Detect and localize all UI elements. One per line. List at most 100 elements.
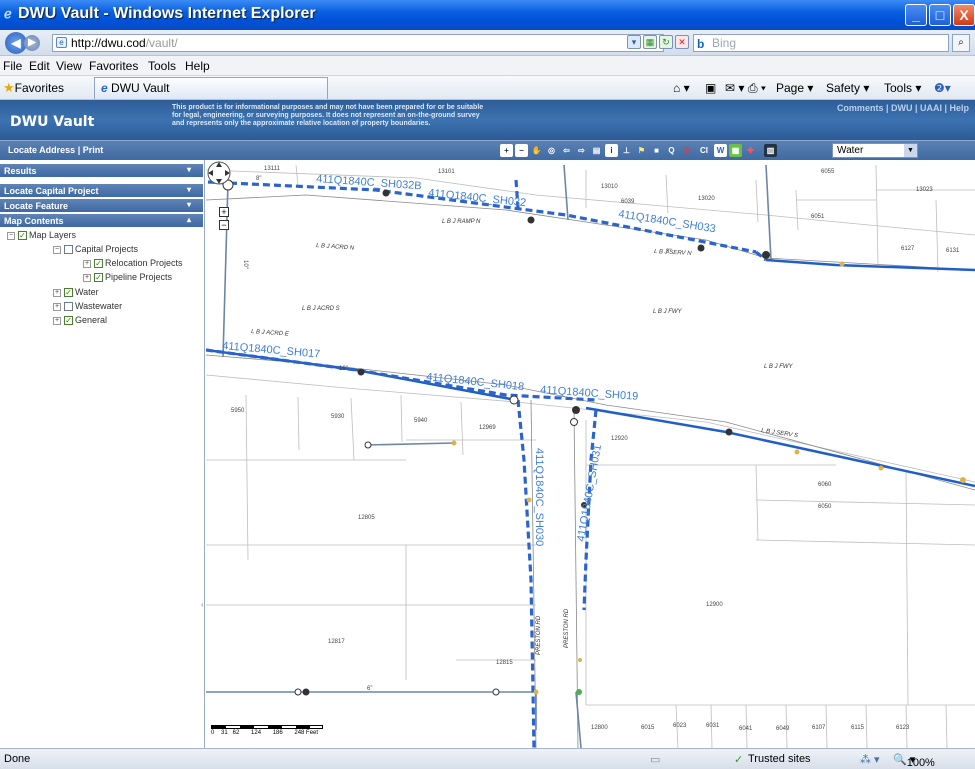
- tree-map-layers[interactable]: − ✓ Map Layers: [7, 230, 76, 241]
- map-zoom-in-button[interactable]: +: [219, 207, 229, 217]
- checkbox-checked[interactable]: ✓: [18, 231, 27, 241]
- refresh-icon[interactable]: ↻: [659, 35, 673, 49]
- title-bar: ℯ DWU Vault - Windows Internet Explorer …: [0, 0, 975, 30]
- favorites-button[interactable]: ★Favorites: [3, 80, 64, 96]
- safety-menu[interactable]: Safety ▾: [826, 81, 869, 95]
- map-zoom-out-button[interactable]: −: [219, 220, 229, 230]
- expand-icon[interactable]: +: [53, 288, 61, 297]
- forward-extent-icon[interactable]: ⇨: [575, 144, 588, 157]
- stop-icon[interactable]: ✕: [675, 35, 689, 49]
- zoom-in-icon[interactable]: +: [500, 144, 513, 157]
- dropdown-icon[interactable]: ▾: [627, 35, 641, 49]
- section-map-contents[interactable]: Map Contents ▴: [0, 214, 203, 228]
- tree-water[interactable]: + ✓ Water: [53, 287, 99, 298]
- map-canvas[interactable]: 411Q1840C_SH032B 411Q1840C_SH032 411Q184…: [206, 160, 975, 748]
- panel-splitter[interactable]: ‹: [201, 600, 204, 609]
- street-label: L B J ACRD S: [302, 306, 340, 312]
- wastewater-icon[interactable]: ▦: [729, 144, 742, 157]
- address-input[interactable]: e http://dwu.cod/vault/: [52, 34, 664, 52]
- mail-icon[interactable]: ✉ ▾: [725, 81, 744, 95]
- checkbox-checked[interactable]: ✓: [64, 288, 73, 298]
- menu-view[interactable]: View: [56, 59, 82, 73]
- help-icon[interactable]: ❷▾: [934, 81, 951, 95]
- section-results[interactable]: Results ▾: [0, 164, 203, 178]
- search-input[interactable]: b Bing: [693, 34, 949, 52]
- pipe-size-label: 6": [367, 686, 372, 692]
- url-host: http://dwu.cod: [71, 36, 146, 50]
- full-extent-icon[interactable]: ◎: [545, 144, 558, 157]
- tree-relocation-projects[interactable]: + ✓ Relocation Projects: [83, 258, 183, 269]
- section-feature-label: Locate Feature: [4, 201, 69, 211]
- section-locate-capital-project[interactable]: Locate Capital Project ▾: [0, 184, 203, 198]
- svg-text:6031: 6031: [706, 723, 720, 729]
- tools-menu[interactable]: Tools ▾: [884, 81, 921, 95]
- zone-text: Trusted sites: [748, 753, 811, 765]
- zoom-level[interactable]: 🔍 100% ▾: [893, 753, 935, 769]
- page-menu[interactable]: Page ▾: [776, 81, 813, 95]
- zoom-out-icon[interactable]: −: [515, 144, 528, 157]
- water-icon[interactable]: W: [714, 144, 727, 157]
- layer-select[interactable]: Water ▼: [832, 143, 918, 158]
- identify-icon[interactable]: i: [605, 144, 618, 157]
- header-links[interactable]: Comments | DWU | UAAI | Help: [837, 103, 969, 113]
- tree-label: Pipeline Projects: [105, 272, 173, 282]
- collapse-icon[interactable]: −: [7, 231, 15, 240]
- ci-icon[interactable]: CI: [695, 144, 713, 157]
- minimize-button[interactable]: _: [905, 4, 927, 26]
- pan-icon[interactable]: ✋: [530, 144, 543, 157]
- checkbox-unchecked[interactable]: ✓: [64, 245, 73, 255]
- checkbox-checked[interactable]: ✓: [64, 316, 73, 326]
- street-label: PRESTON RD: [536, 615, 542, 655]
- tree-wastewater[interactable]: +✓Wastewater: [53, 301, 122, 312]
- tab-dwu-vault[interactable]: e DWU Vault: [94, 77, 328, 99]
- close-button[interactable]: X: [953, 4, 975, 26]
- collapse-icon[interactable]: −: [53, 245, 61, 254]
- street-label: L B J ACRD E: [251, 329, 290, 338]
- menu-edit[interactable]: Edit: [29, 59, 50, 73]
- pipe-label: 411Q1840C_SH032: [428, 187, 527, 209]
- checkbox-checked[interactable]: ✓: [94, 259, 103, 269]
- section-locate-feature[interactable]: Locate Feature ▾: [0, 199, 203, 213]
- left-panel: Results ▾ Locate Capital Project ▾ Locate …: [0, 160, 205, 748]
- expand-icon[interactable]: +: [53, 316, 61, 325]
- app-header: DWU Vault This product is for informatio…: [0, 100, 975, 140]
- pan-control[interactable]: [206, 160, 232, 186]
- hydrant-icon[interactable]: ✚: [744, 144, 757, 157]
- svg-text:6041: 6041: [739, 726, 753, 732]
- marker-icon[interactable]: ⚲: [680, 144, 693, 157]
- measure-icon[interactable]: ⊥: [620, 144, 633, 157]
- checkbox-checked[interactable]: ✓: [94, 273, 103, 283]
- tree-general[interactable]: + ✓ General: [53, 315, 107, 326]
- layers-icon[interactable]: ▤: [590, 144, 603, 157]
- select-icon[interactable]: ⚑: [635, 144, 648, 157]
- locate-address-link[interactable]: Locate Address | Print: [8, 145, 103, 155]
- maximize-button[interactable]: □: [929, 4, 951, 26]
- legend-icon[interactable]: ▥: [764, 144, 777, 157]
- expand-icon[interactable]: +: [53, 302, 61, 311]
- query-icon[interactable]: Q: [665, 144, 678, 157]
- svg-text:12920: 12920: [611, 436, 628, 442]
- home-icon[interactable]: ⌂ ▾: [673, 81, 690, 95]
- menu-help[interactable]: Help: [185, 59, 210, 73]
- svg-text:12805: 12805: [358, 515, 375, 521]
- protected-mode-icon[interactable]: ⁂ ▾: [860, 753, 880, 766]
- tree-capital-projects[interactable]: −✓Capital Projects: [53, 244, 138, 255]
- expand-icon[interactable]: +: [83, 273, 91, 282]
- expand-icon[interactable]: +: [83, 259, 91, 268]
- menu-file[interactable]: File: [3, 59, 22, 73]
- print-icon[interactable]: ⎙ ▾: [748, 81, 766, 96]
- checkbox-unchecked[interactable]: ✓: [64, 302, 73, 312]
- pipe-label: 411Q1840C_SH031: [575, 444, 604, 543]
- print-link[interactable]: Print: [83, 145, 104, 155]
- menu-tools[interactable]: Tools: [148, 59, 176, 73]
- page-icon: e: [56, 37, 67, 48]
- street-label: L B J RAMP N: [442, 219, 481, 225]
- tree-pipeline-projects[interactable]: + ✓ Pipeline Projects: [83, 272, 173, 283]
- forward-button[interactable]: ▶: [24, 35, 40, 51]
- search-icon[interactable]: ⌕: [952, 34, 970, 52]
- feeds-icon[interactable]: ▣: [705, 81, 716, 95]
- clear-icon[interactable]: ■: [650, 144, 663, 157]
- back-extent-icon[interactable]: ⇦: [560, 144, 573, 157]
- menu-favorites[interactable]: Favorites: [89, 59, 138, 73]
- compatibility-icon[interactable]: ▦: [643, 35, 657, 49]
